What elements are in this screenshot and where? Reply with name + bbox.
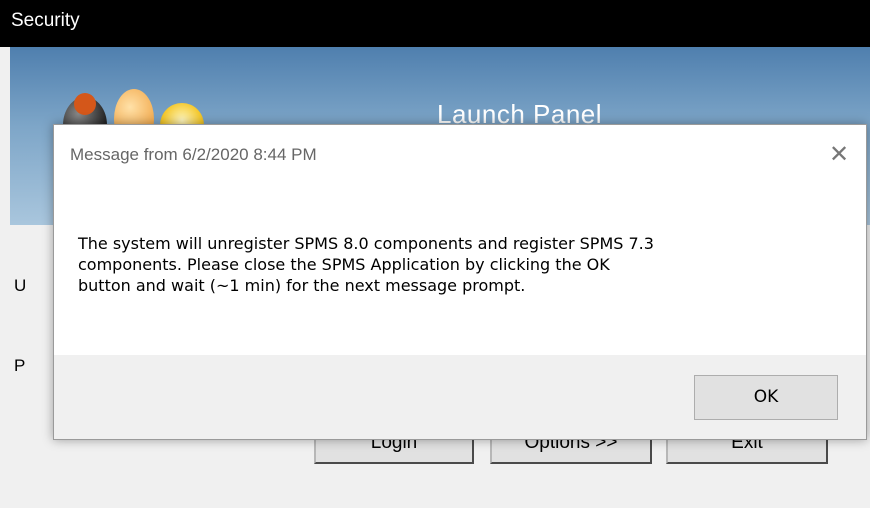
window-title: Security [11,10,80,31]
message-line: components. Please close the SPMS Applic… [78,255,610,274]
dialog-title: Message from 6/2/2020 8:44 PM [70,145,317,164]
ok-button[interactable]: OK [694,375,838,420]
dialog-message: The system will unregister SPMS 8.0 comp… [78,233,848,296]
message-line: The system will unregister SPMS 8.0 comp… [78,234,654,253]
message-line: button and wait (~1 min) for the next me… [78,276,526,295]
username-label: U [14,276,27,295]
close-icon[interactable]: ✕ [824,139,854,169]
message-dialog: Message from 6/2/2020 8:44 PM ✕ The syst… [53,124,867,440]
dialog-footer: OK [54,355,866,439]
password-label: P [14,356,26,375]
window-titlebar: Security [0,0,870,47]
